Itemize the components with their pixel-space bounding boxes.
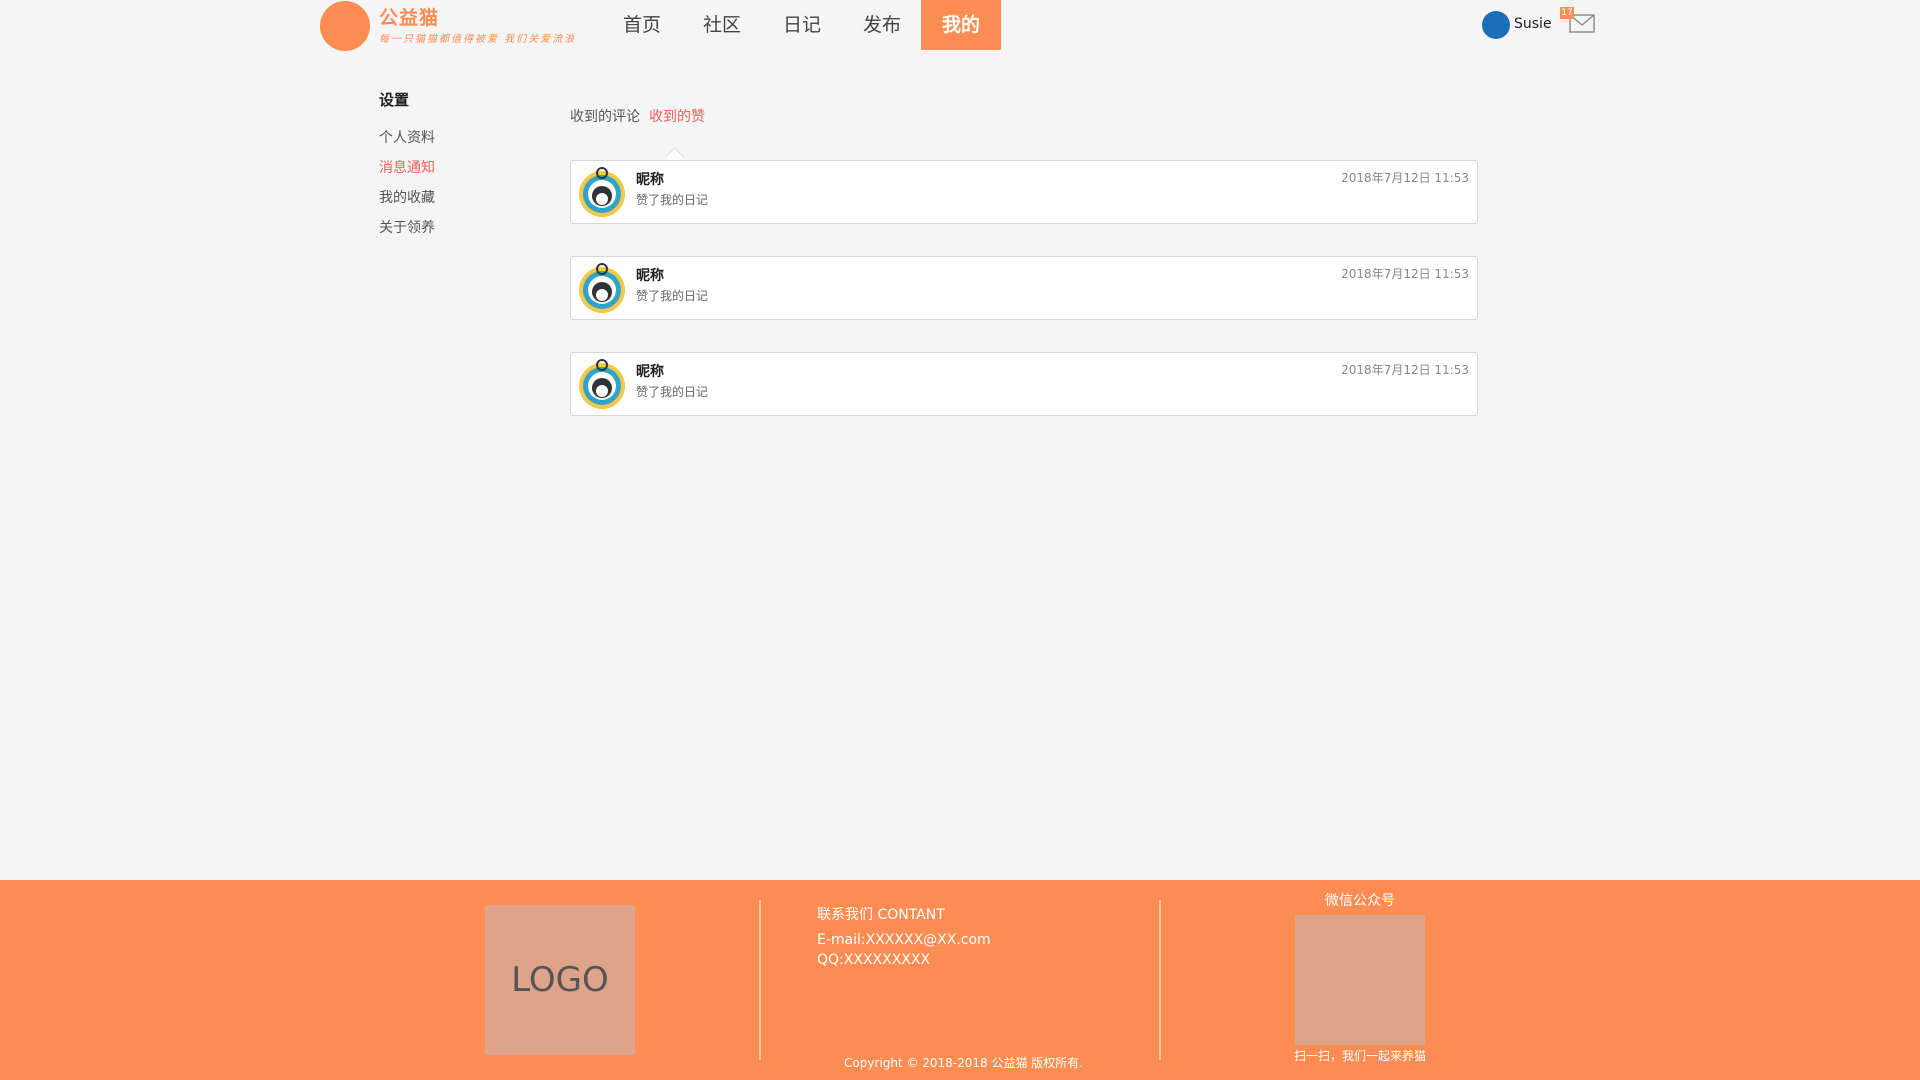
sidebar-item-profile[interactable]: 个人资料 xyxy=(379,127,435,147)
footer-copyright: Copyright © 2018-2018 公益猫 版权所有. xyxy=(844,1056,1084,1070)
footer-logo: LOGO xyxy=(485,905,635,1055)
cat-avatar-icon[interactable] xyxy=(576,166,628,218)
notification-nickname[interactable]: 昵称 xyxy=(636,169,664,189)
mail-count-badge: 17 xyxy=(1560,7,1574,19)
footer-wechat-title: 微信公众号 xyxy=(1325,893,1395,909)
sidebar-item-favorites[interactable]: 我的收藏 xyxy=(379,187,435,207)
footer: LOGO 联系我们 CONTANT E-mail:XXXXXX@XX.com Q… xyxy=(0,880,1920,1080)
wechat-qr-code xyxy=(1295,915,1425,1045)
sidebar-item-notifications[interactable]: 消息通知 xyxy=(379,157,435,177)
notification-card[interactable]: 昵称 赞了我的日记 2018年7月12日 11:53 xyxy=(570,160,1478,224)
notification-time: 2018年7月12日 11:53 xyxy=(1341,267,1469,281)
notification-time: 2018年7月12日 11:53 xyxy=(1341,171,1469,185)
tab-received-comments[interactable]: 收到的评论 xyxy=(570,106,640,126)
notification-card[interactable]: 昵称 赞了我的日记 2018年7月12日 11:53 xyxy=(570,352,1478,416)
nav-home[interactable]: 首页 xyxy=(602,0,682,50)
notification-card[interactable]: 昵称 赞了我的日记 2018年7月12日 11:53 xyxy=(570,256,1478,320)
notification-nickname[interactable]: 昵称 xyxy=(636,361,664,381)
notification-nickname[interactable]: 昵称 xyxy=(636,265,664,285)
cat-avatar-icon[interactable] xyxy=(576,262,628,314)
cat-avatar-icon[interactable] xyxy=(576,358,628,410)
footer-wechat-caption: 扫一扫，我们一起来养猫 xyxy=(1294,1049,1427,1063)
notification-message: 赞了我的日记 xyxy=(636,289,709,303)
nav-community[interactable]: 社区 xyxy=(682,0,762,50)
user-name[interactable]: Susie xyxy=(1514,16,1552,32)
sidebar-title: 设置 xyxy=(379,91,410,109)
notification-message: 赞了我的日记 xyxy=(636,385,709,399)
footer-email[interactable]: E-mail:XXXXXX@XX.com xyxy=(817,932,991,948)
nav-mine[interactable]: 我的 xyxy=(921,0,1001,50)
brand-slogan: 每一只猫猫都值得被爱 我们关爱流浪 xyxy=(379,34,577,45)
user-avatar[interactable] xyxy=(1482,11,1510,39)
notification-message: 赞了我的日记 xyxy=(636,193,709,207)
nav-publish[interactable]: 发布 xyxy=(842,0,922,50)
sidebar-item-adoption[interactable]: 关于领养 xyxy=(379,217,435,237)
footer-divider xyxy=(759,900,761,1060)
footer-qq: QQ:XXXXXXXXX xyxy=(817,952,931,968)
brand-logo[interactable] xyxy=(320,1,370,51)
notification-time: 2018年7月12日 11:53 xyxy=(1341,363,1469,377)
tab-received-likes[interactable]: 收到的赞 xyxy=(649,106,705,126)
footer-contact-title: 联系我们 CONTANT xyxy=(817,907,945,923)
nav-diary[interactable]: 日记 xyxy=(762,0,842,50)
footer-divider xyxy=(1159,900,1161,1060)
brand-name[interactable]: 公益猫 xyxy=(379,3,439,30)
